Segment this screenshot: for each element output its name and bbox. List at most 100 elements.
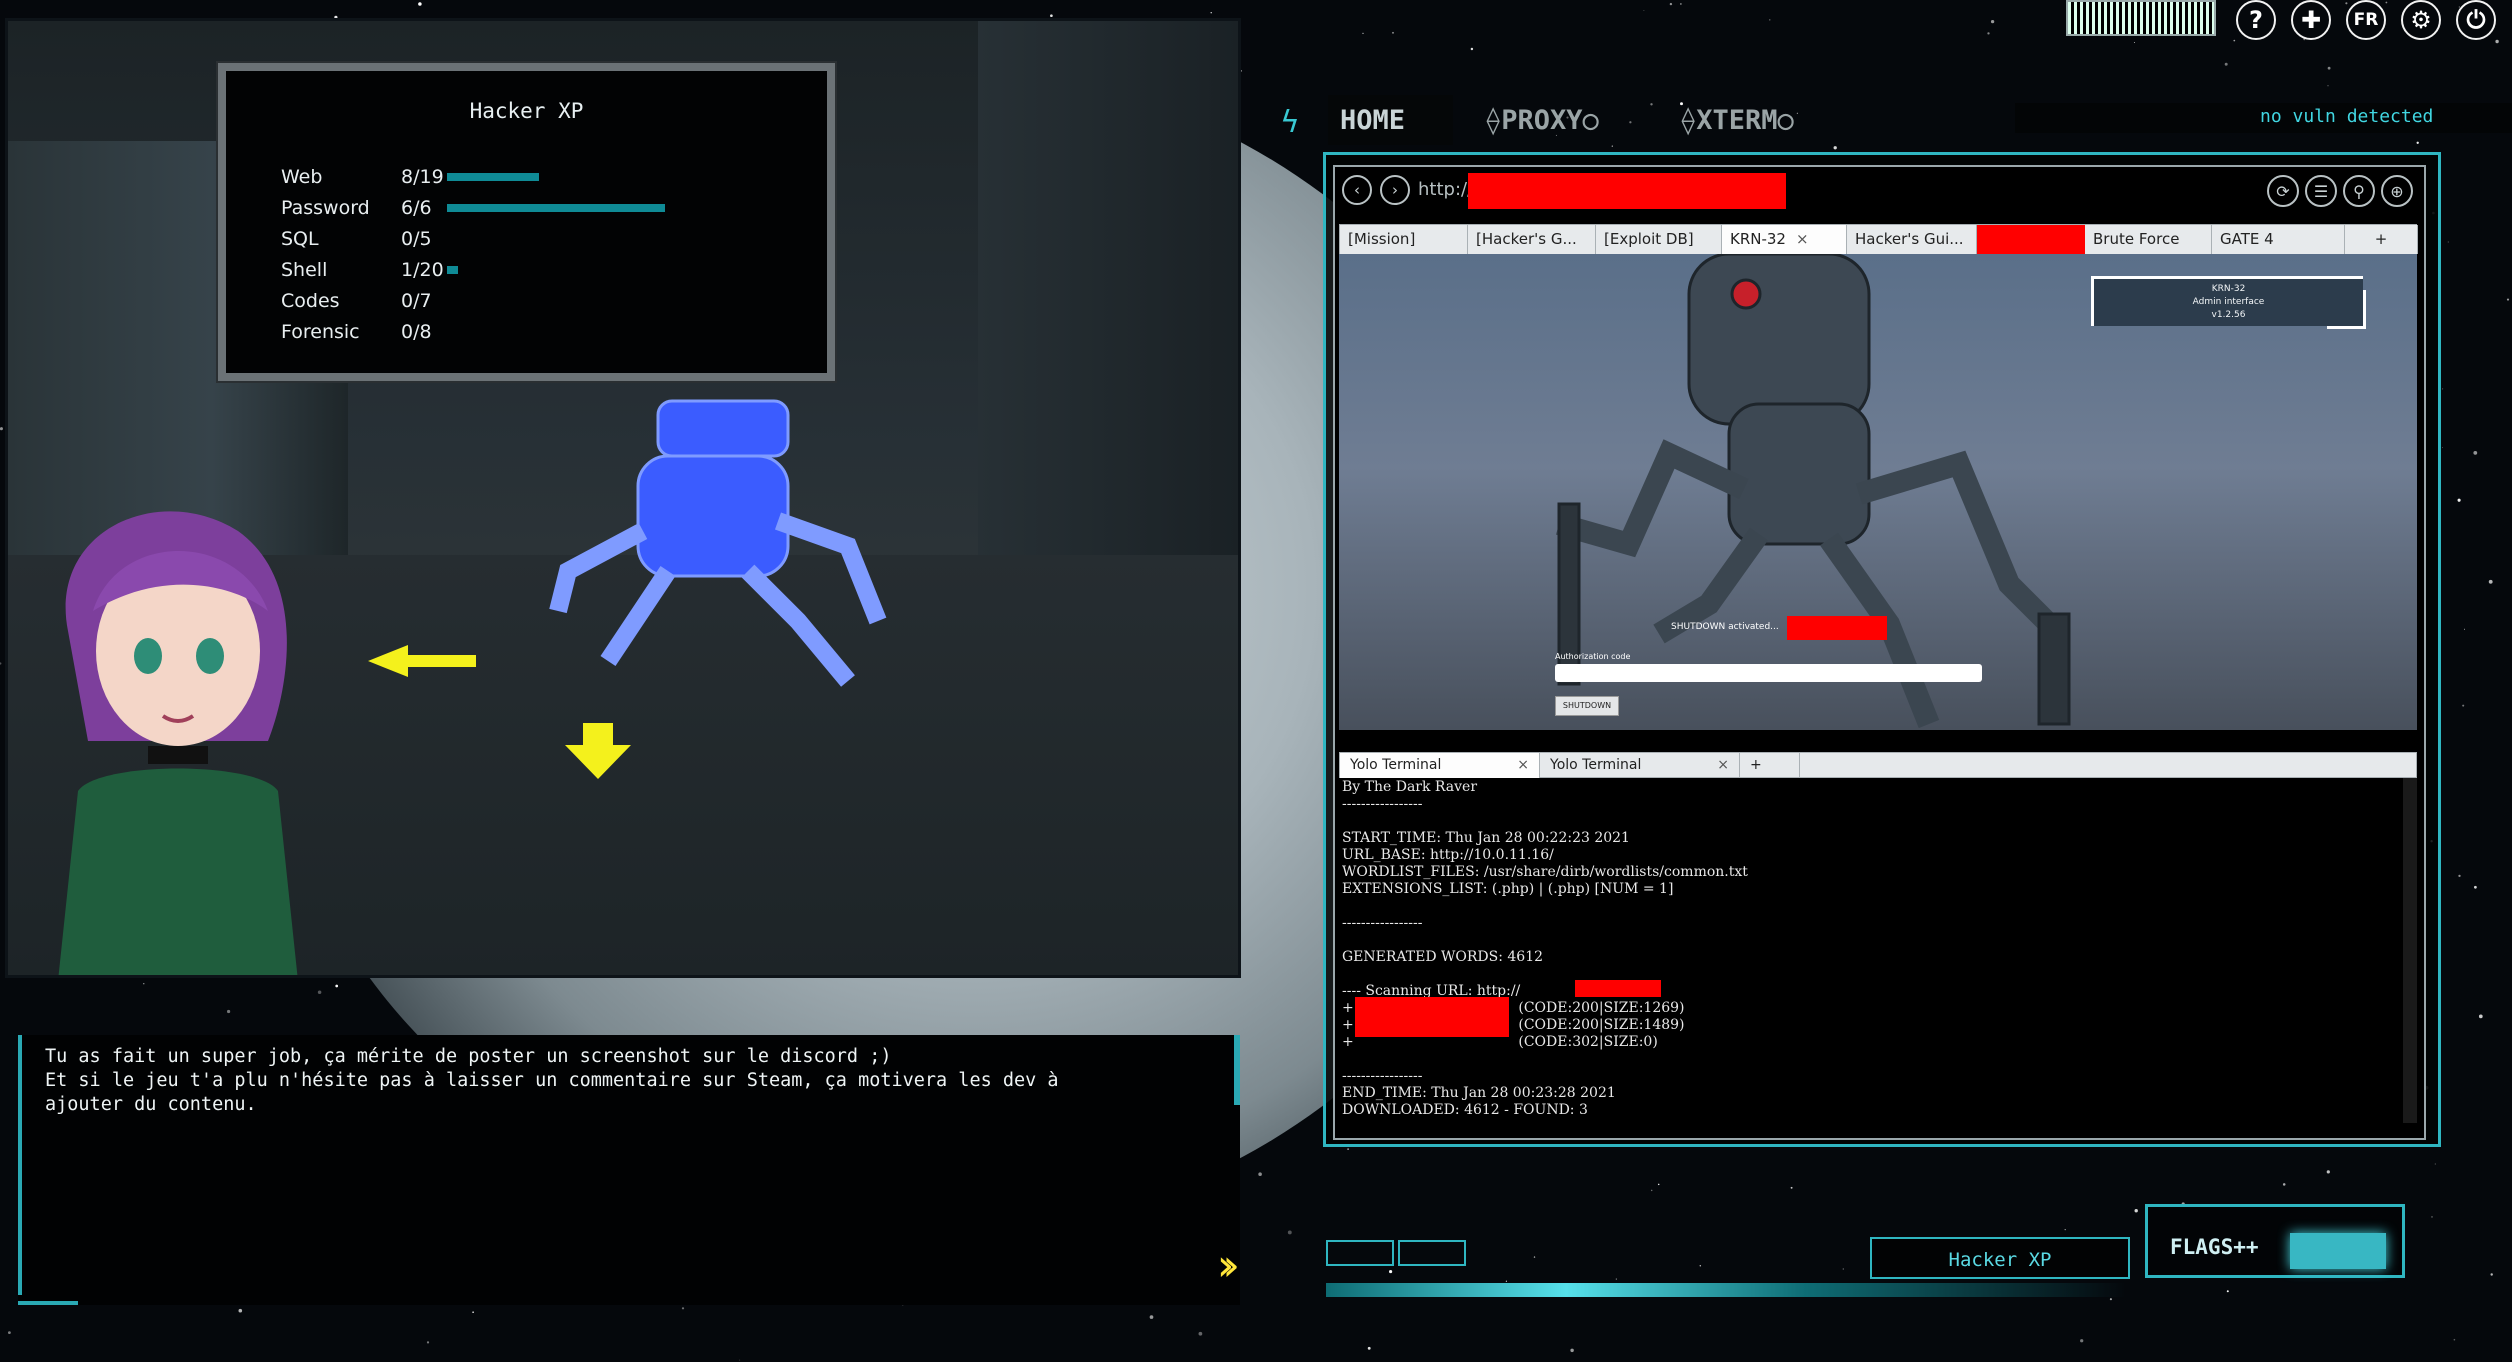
star — [2490, 1273, 2493, 1276]
xp-skill-name: SQL — [281, 227, 319, 250]
browser-tab[interactable]: + — [2345, 225, 2418, 254]
star — [2473, 451, 2478, 455]
browser-tab-label: Brute Force — [2093, 230, 2180, 248]
star — [317, 990, 322, 994]
hacker-girl-avatar — [58, 511, 298, 975]
language-icon[interactable]: FR — [2346, 0, 2386, 40]
star — [1790, 1186, 1793, 1189]
close-icon[interactable]: × — [1517, 757, 1529, 773]
star — [1505, 1280, 1507, 1282]
browser-tab[interactable]: Hacker's Gui... — [1847, 225, 1977, 254]
star — [1657, 1183, 1660, 1186]
dialog-text: Tu as fait un super job, ça mérite de po… — [45, 1046, 1059, 1115]
star — [2327, 85, 2329, 87]
yellow-arrow-left-icon — [368, 645, 476, 677]
star — [1669, 2, 1673, 6]
star — [1198, 1331, 1203, 1336]
settings-icon[interactable]: ⚙ — [2401, 0, 2441, 40]
star — [2109, 1298, 2112, 1301]
terminal-tab[interactable]: + — [1740, 753, 1800, 778]
admin-interface-box: KRN-32 Admin interface v1.2.56 — [2091, 276, 2366, 329]
star — [1699, 1265, 1702, 1267]
terminal-tab[interactable]: Yolo Terminal × — [1540, 753, 1740, 778]
star — [2462, 704, 2465, 707]
browser-tab[interactable]: [Mission] — [1340, 225, 1468, 254]
zoom-icon[interactable]: ⊕ — [2381, 175, 2413, 207]
forward-button[interactable]: › — [1380, 175, 1410, 205]
bookmarks-icon[interactable]: ☰ — [2305, 175, 2337, 207]
star — [1287, 1230, 1292, 1235]
star — [2506, 298, 2510, 301]
terminal-tab-label: Yolo Terminal — [1350, 757, 1442, 773]
browser-tab[interactable]: GATE 4 — [2212, 225, 2345, 254]
star — [2282, 1183, 2286, 1186]
terminal-tab-label: Yolo Terminal — [1550, 757, 1642, 773]
url-input-redacted[interactable] — [1468, 173, 1786, 209]
flags-button[interactable]: FLAGS++ — [2145, 1204, 2405, 1278]
hud-decoration-box — [1398, 1240, 1466, 1266]
xp-skill-name: Forensic — [281, 320, 360, 343]
star — [1392, 31, 1394, 34]
xp-row-sql: SQL 0/5 — [281, 223, 665, 254]
url-bar: ‹ › http:// ⟳ ☰ ⚲ ⊕ — [1340, 173, 2420, 209]
browser-tab-label: [Hacker's G... — [1476, 230, 1577, 248]
bolt-icon: ϟ — [1280, 105, 1300, 140]
auth-code-input[interactable] — [1555, 664, 1982, 682]
admin-version: v1.2.56 — [2211, 310, 2246, 320]
star — [1990, 19, 1995, 24]
hacker-xp-button[interactable]: Hacker XP — [1870, 1237, 2130, 1279]
browser-tab[interactable]: Brute Force — [2085, 225, 2212, 254]
bandage-icon[interactable]: ✚ — [2291, 0, 2331, 40]
auth-code-label: Authorization code — [1555, 652, 1631, 661]
star — [2478, 1014, 2483, 1019]
url-prefix: http:// — [1418, 179, 1474, 200]
star — [2133, 41, 2135, 43]
help-icon[interactable]: ? — [2236, 0, 2276, 40]
back-button[interactable]: ‹ — [1342, 175, 1372, 205]
star — [426, 1341, 430, 1344]
terminal-output[interactable]: By The Dark Raver ----------------- STAR… — [1339, 778, 2417, 1123]
shutdown-button[interactable]: SHUTDOWN — [1555, 696, 1619, 716]
star — [2416, 141, 2419, 144]
xp-skill-name: Web — [281, 165, 323, 188]
terminal-redaction — [1575, 980, 1661, 997]
star — [1362, 32, 1364, 35]
dialog-frame-right — [1234, 1035, 1240, 1105]
search-icon[interactable]: ⚲ — [2343, 175, 2375, 207]
star — [1347, 1148, 1349, 1150]
xp-skill-value: 0/8 — [401, 320, 432, 343]
tab-proxy[interactable]: ⟠PROXY○ — [1485, 95, 1599, 145]
star — [2233, 39, 2236, 42]
close-icon[interactable]: × — [1717, 757, 1729, 773]
browser-tab[interactable]: [Hacker's G... — [1468, 225, 1596, 254]
browser-tab[interactable]: [Exploit DB] — [1596, 225, 1722, 254]
xp-skill-value: 0/5 — [401, 227, 432, 250]
browser-page: KRN-32 Admin interface v1.2.56 SHUTDOWN … — [1339, 254, 2417, 730]
vuln-status: no vuln detected — [2015, 103, 2512, 133]
terminal-tab-bar: Yolo Terminal × Yolo Terminal × + — [1339, 752, 2417, 778]
browser-tab[interactable]: KRN-32 × — [1722, 225, 1847, 254]
hud-decoration-box — [1326, 1240, 1394, 1266]
tab-home[interactable]: HOME — [1328, 95, 1453, 145]
browser-tab-redacted[interactable] — [1977, 225, 2085, 254]
admin-title: KRN-32 — [2211, 284, 2246, 294]
xp-skill-name: Password — [281, 196, 370, 219]
star — [1470, 47, 1474, 51]
star — [1570, 1348, 1574, 1353]
dialog-next-button[interactable]: ›› — [1217, 1240, 1240, 1291]
power-icon[interactable]: ⏻ — [2456, 0, 2496, 40]
xp-skill-value: 6/6 — [401, 196, 432, 219]
game-viewport[interactable]: Hacker XP Web 8/19 Password 6/6 SQL 0/5 Shell 1… — [5, 18, 1241, 978]
terminal-tab[interactable]: Yolo Terminal × — [1340, 753, 1540, 778]
star — [1629, 121, 1632, 124]
browser-tab-label: Hacker's Gui... — [1855, 230, 1964, 248]
star — [1833, 146, 1837, 150]
star — [2064, 1228, 2066, 1231]
star — [681, 1307, 685, 1310]
refresh-icon[interactable]: ⟳ — [2267, 175, 2299, 207]
star — [2495, 39, 2499, 44]
tab-xterm[interactable]: ⟠XTERM○ — [1680, 95, 1794, 145]
xp-progress-bar — [447, 203, 665, 212]
xp-skill-name: Codes — [281, 289, 340, 312]
close-icon[interactable]: × — [1796, 230, 1809, 248]
